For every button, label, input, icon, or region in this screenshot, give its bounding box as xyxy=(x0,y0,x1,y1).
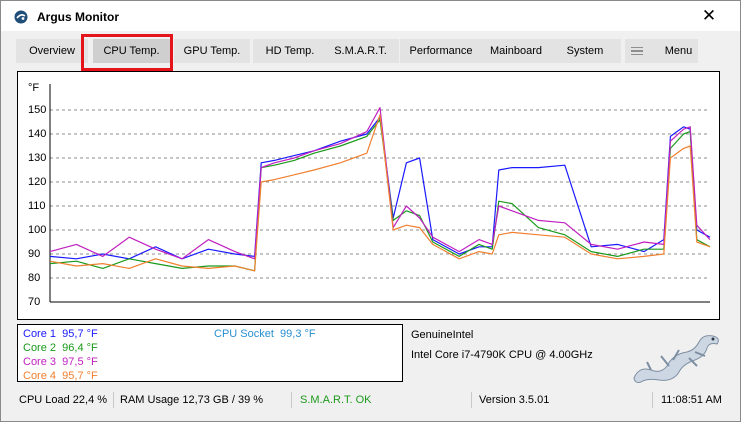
cpu-model: Intel Core i7-4790K CPU @ 4.00GHz xyxy=(411,349,593,361)
status-separator xyxy=(113,392,114,408)
series-line-core-1 xyxy=(49,116,711,260)
tab-smart[interactable]: S.M.A.R.T. xyxy=(322,39,399,63)
close-icon: ✕ xyxy=(701,6,717,25)
selection-highlight xyxy=(81,34,173,71)
temperature-chart-panel: °F 150 140 130 120 110 100 90 80 70 xyxy=(17,71,720,320)
sensor-legend: Core 1 95,7 °F Core 2 96,4 °F Core 3 97,… xyxy=(17,324,403,382)
argus-app-icon xyxy=(14,10,28,24)
legend-core-4: Core 4 95,7 °F xyxy=(23,370,98,382)
status-ram-usage: RAM Usage 12,73 GB / 39 % xyxy=(120,394,264,406)
temperature-line-chart xyxy=(49,84,711,303)
tab-hd-temp[interactable]: HD Temp. xyxy=(253,39,327,63)
status-smart: S.M.A.R.T. OK xyxy=(300,394,372,406)
status-separator xyxy=(471,392,472,408)
app-window: Argus Monitor ✕ Overview CPU Temp. GPU T… xyxy=(0,0,741,422)
status-version: Version 3.5.01 xyxy=(479,394,550,406)
status-clock: 11:08:51 AM xyxy=(661,394,722,406)
status-cpu-load: CPU Load 22,4 % xyxy=(19,394,108,406)
legend-core-2: Core 2 96,4 °F xyxy=(23,342,98,354)
legend-core-1: Core 1 95,7 °F xyxy=(23,328,98,340)
tab-performance[interactable]: Performance xyxy=(400,39,482,63)
tab-system[interactable]: System xyxy=(549,39,621,63)
series-line-core-3 xyxy=(49,106,711,260)
cpu-vendor: GenuineIntel xyxy=(411,329,474,341)
legend-core-3: Core 3 97,5 °F xyxy=(23,356,98,368)
status-separator xyxy=(652,392,653,408)
hamburger-icon xyxy=(630,45,643,58)
legend-cpu-socket: CPU Socket 99,3 °F xyxy=(214,328,316,340)
status-bar: CPU Load 22,4 % RAM Usage 12,73 GB / 39 … xyxy=(1,389,740,411)
tab-menu[interactable]: Menu xyxy=(625,39,698,63)
close-button[interactable]: ✕ xyxy=(691,5,727,27)
argus-lizard-logo xyxy=(633,335,719,383)
tab-overview[interactable]: Overview xyxy=(16,39,88,63)
window-title: Argus Monitor xyxy=(37,10,119,24)
status-separator xyxy=(291,392,292,408)
tab-gpu-temp[interactable]: GPU Temp. xyxy=(174,39,250,63)
title-bar: Argus Monitor ✕ xyxy=(1,1,740,31)
tab-mainboard[interactable]: Mainboard xyxy=(478,39,554,63)
